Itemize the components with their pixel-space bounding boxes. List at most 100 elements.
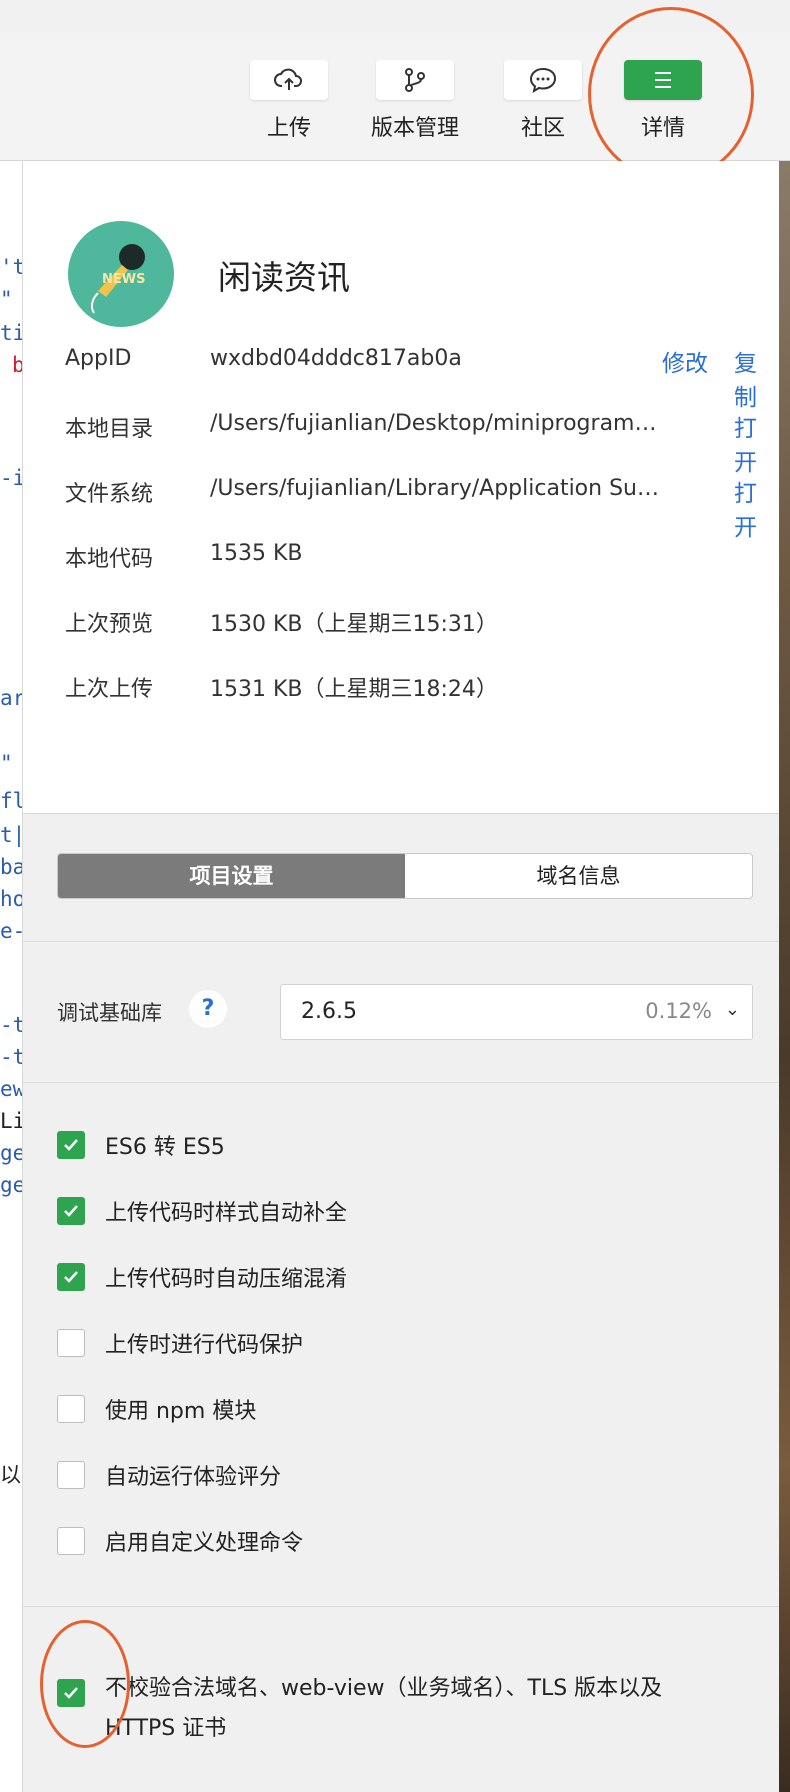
appid-edit-link[interactable]: 修改 <box>662 344 708 378</box>
option-skip-domain-check[interactable]: 不校验合法域名、web-view（业务域名）、TLS 版本以及 HTTPS 证书 <box>57 1673 757 1753</box>
option-label: 不校验合法域名、web-view（业务域名）、TLS 版本以及 HTTPS 证书 <box>105 1676 663 1741</box>
upload-button[interactable]: 上传 <box>239 60 339 142</box>
local-code-value: 1535 KB <box>210 541 303 566</box>
code-fragment: -i <box>0 466 23 490</box>
last-preview-value: 1530 KB（上星期三15:31） <box>210 612 498 637</box>
upload-label: 上传 <box>266 116 311 141</box>
divider <box>23 1082 779 1083</box>
option-code-protection[interactable]: 上传时进行代码保护 <box>57 1327 757 1361</box>
tab-project-settings[interactable]: 项目设置 <box>58 854 405 898</box>
community-button[interactable]: 社区 <box>493 60 593 142</box>
debug-library-select[interactable]: 2.6.5 0.12% ⌄ <box>280 984 753 1040</box>
option-label: 启用自定义处理命令 <box>105 1531 304 1556</box>
window-title-bar <box>0 0 790 33</box>
code-fragment: ge <box>0 1141 23 1165</box>
app-info-section: NEWS 闲读资讯 AppID wxdbd04dddc817ab0a 修改 复制… <box>23 161 779 814</box>
file-system-row: 文件系统 /Users/fujianlian/Library/Applicati… <box>65 476 765 541</box>
file-system-open-link[interactable]: 打开 <box>734 474 765 542</box>
last-upload-row: 上次上传 1531 KB（上星期三18:24） <box>65 671 765 711</box>
checkbox-unchecked[interactable] <box>57 1461 85 1489</box>
option-style-autocomplete[interactable]: 上传代码时样式自动补全 <box>57 1195 757 1229</box>
code-fragment: t| <box>0 823 23 847</box>
details-panel: NEWS 闲读资讯 AppID wxdbd04dddc817ab0a 修改 复制… <box>22 161 779 1792</box>
option-label: 上传时进行代码保护 <box>105 1333 304 1358</box>
code-fragment: Li <box>0 1109 23 1133</box>
appid-copy-link[interactable]: 复制 <box>734 344 765 412</box>
tab-domain-info[interactable]: 域名信息 <box>405 854 752 898</box>
last-upload-label: 上次上传 <box>65 677 154 702</box>
settings-tabs: 项目设置 域名信息 <box>57 853 753 899</box>
local-code-label: 本地代码 <box>65 547 154 572</box>
option-minify-obfuscate[interactable]: 上传代码时自动压缩混淆 <box>57 1261 757 1295</box>
option-label: 上传代码时自动压缩混淆 <box>105 1267 348 1292</box>
app-name: 闲读资讯 <box>218 258 350 297</box>
checkmark-icon <box>64 1687 78 1699</box>
code-fragment: ar <box>0 686 23 710</box>
desktop-wallpaper-edge <box>778 161 790 1792</box>
checkbox-checked[interactable] <box>57 1197 85 1225</box>
menu-icon <box>655 72 671 88</box>
last-preview-row: 上次预览 1530 KB（上星期三15:31） <box>65 606 765 646</box>
local-directory-value: /Users/fujianlian/Desktop/miniprogram/l.… <box>210 411 660 436</box>
checkbox-checked[interactable] <box>57 1263 85 1291</box>
divider <box>23 941 779 942</box>
app-avatar: NEWS <box>68 221 174 327</box>
divider <box>23 1606 779 1607</box>
local-code-row: 本地代码 1535 KB <box>65 541 765 581</box>
checkbox-unchecked[interactable] <box>57 1527 85 1555</box>
checkbox-checked[interactable] <box>57 1679 85 1707</box>
checkmark-icon <box>64 1139 78 1151</box>
code-fragment: ge <box>0 1173 23 1197</box>
news-microphone-icon: NEWS <box>90 244 145 314</box>
option-custom-command[interactable]: 启用自定义处理命令 <box>57 1525 757 1559</box>
code-fragment: ho <box>0 887 23 911</box>
code-fragment: fl <box>0 789 23 813</box>
file-system-label: 文件系统 <box>65 482 154 507</box>
avatar-text: NEWS <box>102 272 145 287</box>
checkbox-unchecked[interactable] <box>57 1395 85 1423</box>
version-management-button[interactable]: 版本管理 <box>365 60 465 142</box>
toolbar: 上传 版本管理 社区 详情 <box>0 32 790 161</box>
version-management-label: 版本管理 <box>370 116 459 141</box>
checkbox-unchecked[interactable] <box>57 1329 85 1357</box>
appid-label: AppID <box>65 346 132 371</box>
option-label: 自动运行体验评分 <box>105 1465 282 1490</box>
option-es6-to-es5[interactable]: ES6 转 ES5 <box>57 1129 757 1163</box>
local-directory-label: 本地目录 <box>65 417 154 442</box>
code-fragment: " <box>0 287 13 311</box>
debug-library-usage: 0.12% <box>645 999 712 1023</box>
help-icon[interactable]: ? <box>189 990 227 1028</box>
details-label: 详情 <box>640 116 685 141</box>
appid-value: wxdbd04dddc817ab0a <box>210 346 462 371</box>
chevron-down-icon: ⌄ <box>724 999 740 1020</box>
code-fragment: " <box>0 751 13 775</box>
checkmark-icon <box>64 1205 78 1217</box>
code-fragment: 以 <box>0 1463 21 1487</box>
code-fragment: ti <box>0 321 23 345</box>
option-auto-audit[interactable]: 自动运行体验评分 <box>57 1459 757 1493</box>
code-fragment: e- <box>0 919 23 943</box>
debug-library-label: 调试基础库 <box>57 1001 162 1025</box>
details-button[interactable]: 详情 <box>613 60 713 142</box>
code-editor-edge: 't " ti b -i ar " fl t| ba ho e- -t -t e… <box>0 161 23 1792</box>
checkmark-icon <box>64 1271 78 1283</box>
appid-row: AppID wxdbd04dddc817ab0a 修改 复制 <box>65 344 765 411</box>
local-directory-open-link[interactable]: 打开 <box>734 409 765 477</box>
branch-icon <box>405 68 425 92</box>
file-system-value: /Users/fujianlian/Library/Application Su… <box>210 476 660 501</box>
code-fragment: -t <box>0 1013 23 1037</box>
checkbox-checked[interactable] <box>57 1131 85 1159</box>
chat-icon <box>529 67 557 94</box>
option-npm-module[interactable]: 使用 npm 模块 <box>57 1393 757 1427</box>
debug-library-version: 2.6.5 <box>301 999 357 1024</box>
code-fragment: ew <box>0 1077 23 1101</box>
last-upload-value: 1531 KB（上星期三18:24） <box>210 677 498 702</box>
option-label: 上传代码时样式自动补全 <box>105 1201 348 1226</box>
code-fragment: ba <box>0 855 23 879</box>
cloud-upload-icon <box>274 68 302 90</box>
community-label: 社区 <box>520 116 565 141</box>
option-label: 使用 npm 模块 <box>105 1399 257 1424</box>
last-preview-label: 上次预览 <box>65 612 154 637</box>
local-directory-row: 本地目录 /Users/fujianlian/Desktop/miniprogr… <box>65 411 765 476</box>
code-fragment: -t <box>0 1045 23 1069</box>
